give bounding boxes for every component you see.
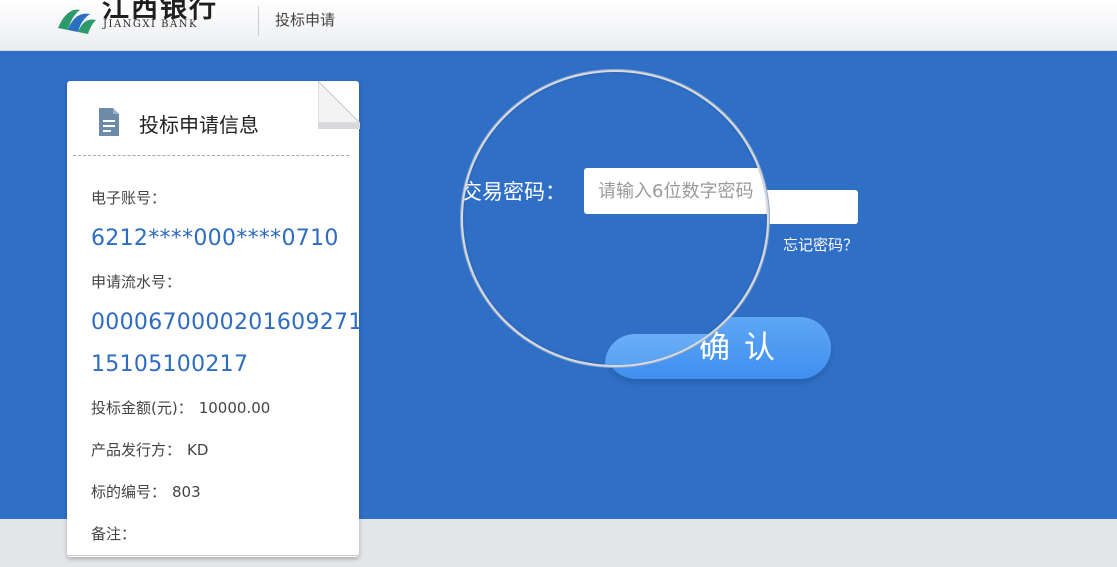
bid-number-row: 标的编号： 803 <box>91 481 201 502</box>
bank-logo-icon <box>58 9 96 34</box>
bid-number-value: 803 <box>172 483 201 501</box>
page-fold-corner <box>318 81 360 129</box>
account-label: 电子账号： <box>91 189 167 207</box>
issuer-label: 产品发行方： <box>91 441 182 459</box>
issuer-value: KD <box>187 441 209 459</box>
page-title: 投标申请 <box>275 11 336 29</box>
remark-label: 备注： <box>91 525 137 543</box>
forgot-password-link[interactable]: 忘记密码？ <box>783 234 858 255</box>
serial-value-line2: 15105100217 <box>91 352 249 377</box>
password-label: 交易密码： <box>461 180 566 204</box>
card-divider <box>73 155 349 156</box>
amount-row: 投标金额(元)： 10000.00 <box>91 397 270 418</box>
account-value: 6212****000****0710 <box>91 226 339 251</box>
serial-label: 申请流水号： <box>91 273 182 291</box>
magnified-button-edge <box>605 334 767 365</box>
amount-label: 投标金额(元)： <box>91 399 193 417</box>
card-bottom-edge <box>67 555 359 556</box>
password-input-box[interactable] <box>765 190 858 224</box>
issuer-row: 产品发行方： KD <box>91 439 208 460</box>
magnifier-lens: 交易密码： <box>461 70 769 367</box>
logo-text-en: JIANGXI BANK <box>103 19 198 30</box>
top-bar: 江西银行 JIANGXI BANK 投标申请 <box>0 0 1117 51</box>
header-divider <box>258 6 259 36</box>
card-title: 投标申请信息 <box>139 113 259 137</box>
serial-value-line1: 0000670000201609271 <box>91 310 363 335</box>
amount-value: 10000.00 <box>198 399 271 417</box>
document-icon <box>99 108 119 136</box>
password-input[interactable] <box>584 168 767 214</box>
bid-number-label: 标的编号： <box>91 483 167 501</box>
